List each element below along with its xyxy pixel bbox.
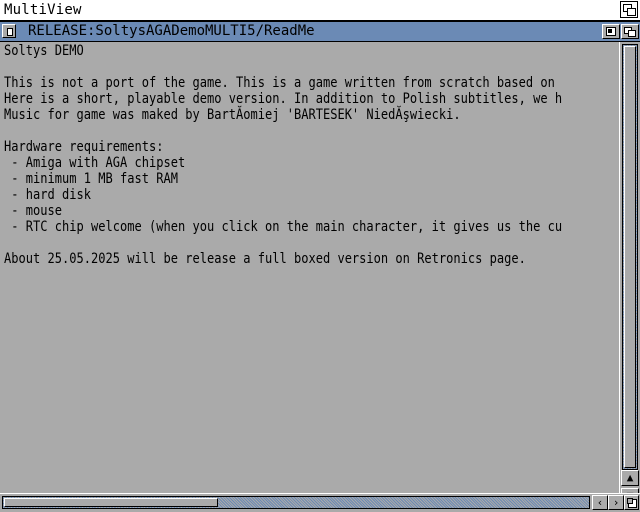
scroll-up-icon[interactable]: ▲	[621, 470, 639, 486]
text-line: This is not a port of the game. This is …	[4, 75, 555, 91]
text-line	[4, 235, 532, 251]
scroll-right-icon[interactable]: ›	[608, 495, 624, 510]
window-title: RELEASE:SoltysAGADemoMULTI5/ReadMe	[28, 23, 315, 39]
text-line: Here is a short, playable demo version. …	[4, 91, 563, 107]
vertical-scrollbar[interactable]: ▲ ▼	[619, 42, 640, 512]
text-line: - mouse	[4, 203, 62, 219]
window-depth-icon[interactable]	[621, 24, 639, 39]
resize-icon[interactable]	[624, 495, 639, 510]
text-line: Soltys DEMO	[4, 43, 84, 59]
vertical-scroll-track[interactable]	[622, 44, 638, 470]
document-text-area[interactable]: Soltys DEMO This is not a port of the gam…	[4, 43, 618, 493]
window-title-bar[interactable]: RELEASE:SoltysAGADemoMULTI5/ReadMe	[0, 22, 640, 42]
text-line	[4, 123, 532, 139]
text-line: Hardware requirements:	[4, 139, 164, 155]
horizontal-scroll-thumb[interactable]	[4, 498, 218, 507]
text-line: - hard disk	[4, 187, 91, 203]
horizontal-scroll-track[interactable]	[2, 496, 590, 509]
text-line	[4, 59, 532, 75]
readme-window: RELEASE:SoltysAGADemoMULTI5/ReadMe Solty…	[0, 22, 640, 512]
scroll-left-icon[interactable]: ‹	[592, 495, 608, 510]
horizontal-scrollbar[interactable]: ‹ ›	[0, 493, 640, 512]
screen-title-bar[interactable]: MultiView	[0, 0, 640, 22]
text-line: - minimum 1 MB fast RAM	[4, 171, 178, 187]
screen-title: MultiView	[4, 2, 82, 18]
text-line: About 25.05.2025 will be release a full …	[4, 251, 526, 267]
text-line: - RTC chip welcome (when you click on th…	[4, 219, 563, 235]
vertical-scroll-thumb[interactable]	[624, 46, 636, 468]
screen-depth-icon[interactable]	[620, 1, 638, 18]
close-icon[interactable]	[2, 24, 16, 38]
text-line: Music for game was maked by BartĂomiej '…	[4, 107, 461, 123]
zoom-icon[interactable]	[602, 24, 620, 39]
text-line: - Amiga with AGA chipset	[4, 155, 186, 171]
